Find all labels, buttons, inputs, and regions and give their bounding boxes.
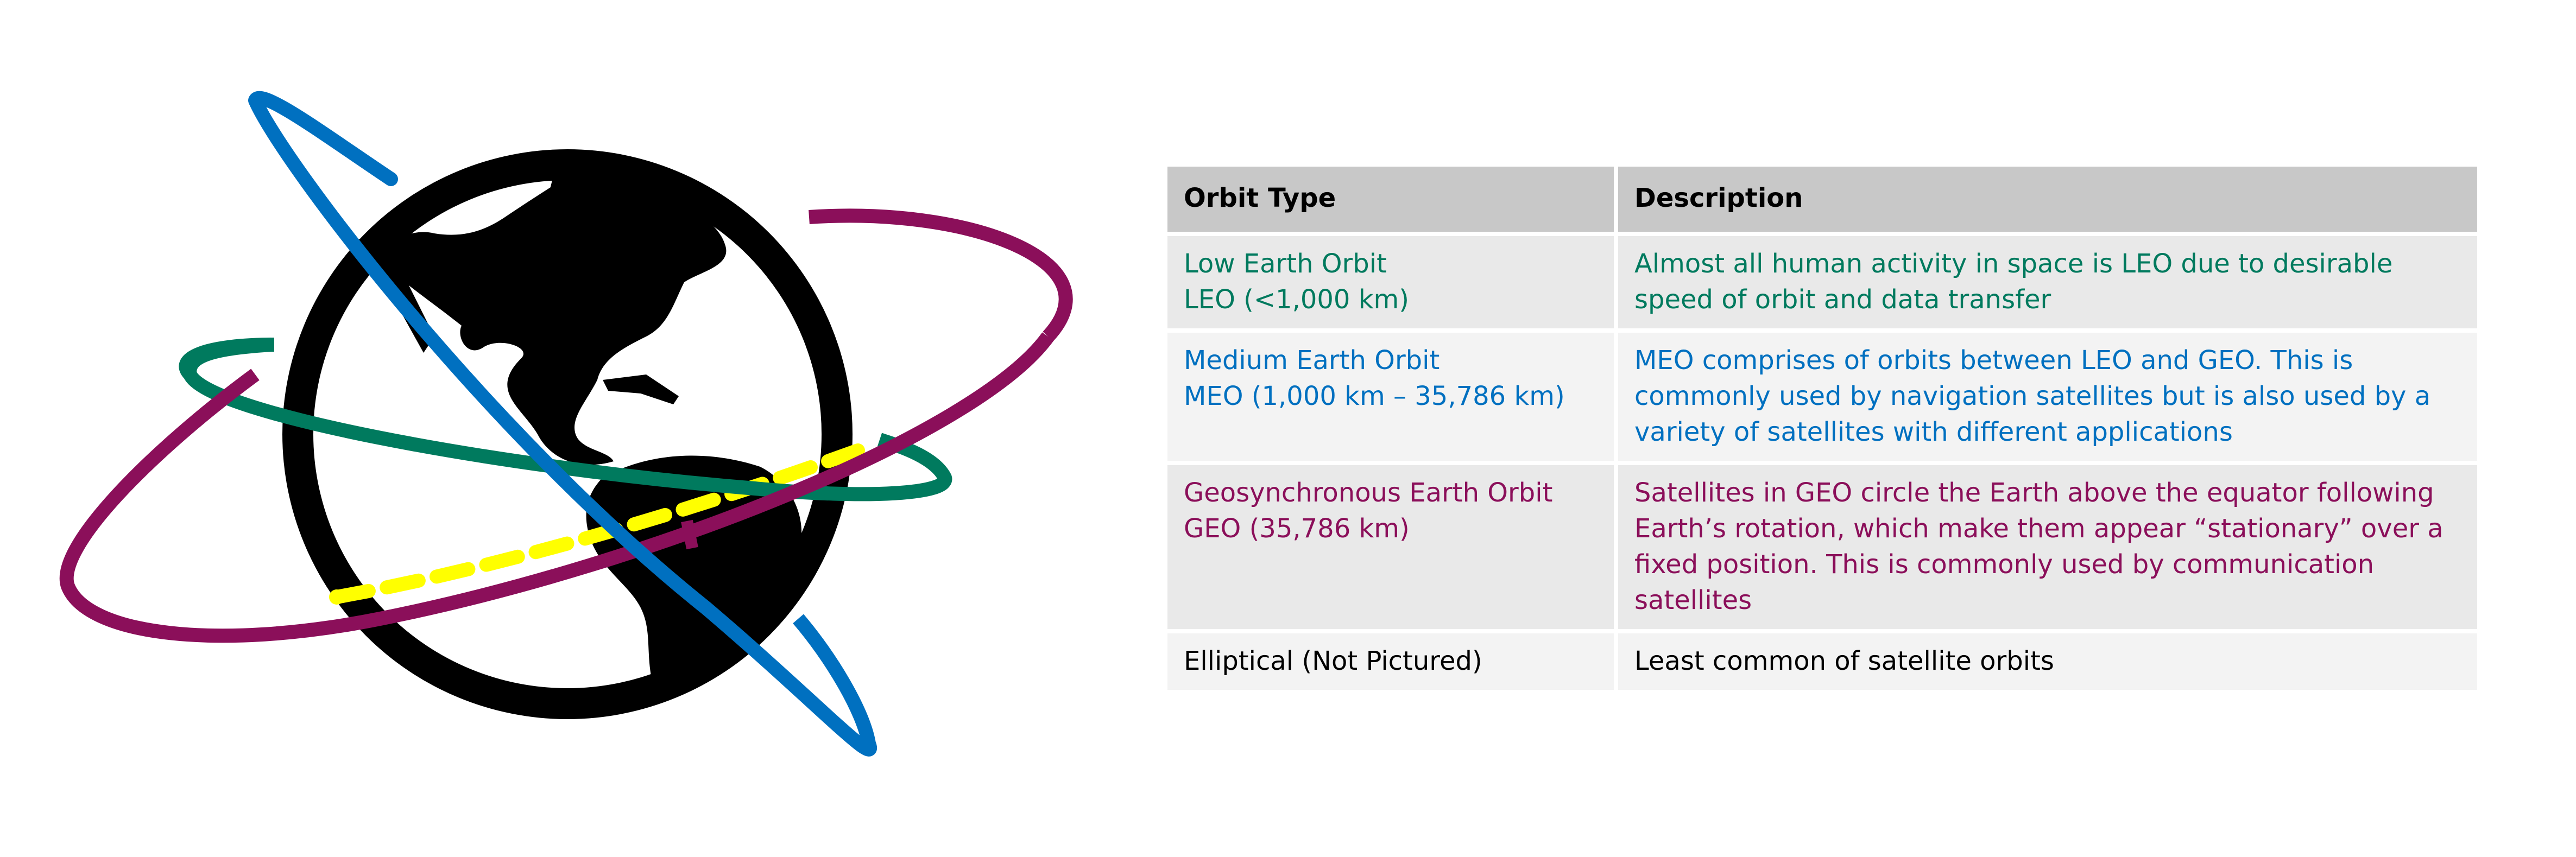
table-row-meo: Medium Earth Orbit MEO (1,000 km – 35,78… <box>1167 333 2477 461</box>
orbit-name: Geosynchronous Earth Orbit <box>1184 478 1553 508</box>
orbit-description-cell: Least common of satellite orbits <box>1618 633 2477 690</box>
table-header-row: Orbit Type Description <box>1167 167 2477 232</box>
orbit-range: LEO (<1,000 km) <box>1184 284 1410 315</box>
equator-endpoint-dot <box>329 589 344 605</box>
orbit-type-cell: Elliptical (Not Pictured) <box>1167 633 1614 690</box>
orbit-description-cell: MEO comprises of orbits between LEO and … <box>1618 333 2477 461</box>
orbit-type-cell: Low Earth Orbit LEO (<1,000 km) <box>1167 236 1614 328</box>
orbit-name: Elliptical (Not Pictured) <box>1184 646 1482 676</box>
orbit-name: Low Earth Orbit <box>1184 249 1387 279</box>
description-header: Description <box>1618 167 2477 232</box>
orbit-type-header: Orbit Type <box>1167 167 1614 232</box>
table-row-leo: Low Earth Orbit LEO (<1,000 km) Almost a… <box>1167 236 2477 328</box>
table-row-geo: Geosynchronous Earth Orbit GEO (35,786 k… <box>1167 465 2477 629</box>
orbit-range: MEO (1,000 km – 35,786 km) <box>1184 381 1565 411</box>
geo-marker-tick <box>681 519 698 550</box>
earth-orbits-illustration <box>59 91 1073 757</box>
orbit-description-cell: Satellites in GEO circle the Earth above… <box>1618 465 2477 629</box>
orbit-description-cell: Almost all human activity in space is LE… <box>1618 236 2477 328</box>
orbit-name: Medium Earth Orbit <box>1184 345 1440 376</box>
orbit-range: GEO (35,786 km) <box>1184 513 1410 544</box>
orbit-type-cell: Medium Earth Orbit MEO (1,000 km – 35,78… <box>1167 333 1614 461</box>
orbit-type-cell: Geosynchronous Earth Orbit GEO (35,786 k… <box>1167 465 1614 629</box>
table-row-elliptical: Elliptical (Not Pictured) Least common o… <box>1167 633 2477 690</box>
orbit-types-table: Orbit Type Description Low Earth Orbit L… <box>1163 162 2482 694</box>
geo-orbit-back <box>809 208 1073 341</box>
